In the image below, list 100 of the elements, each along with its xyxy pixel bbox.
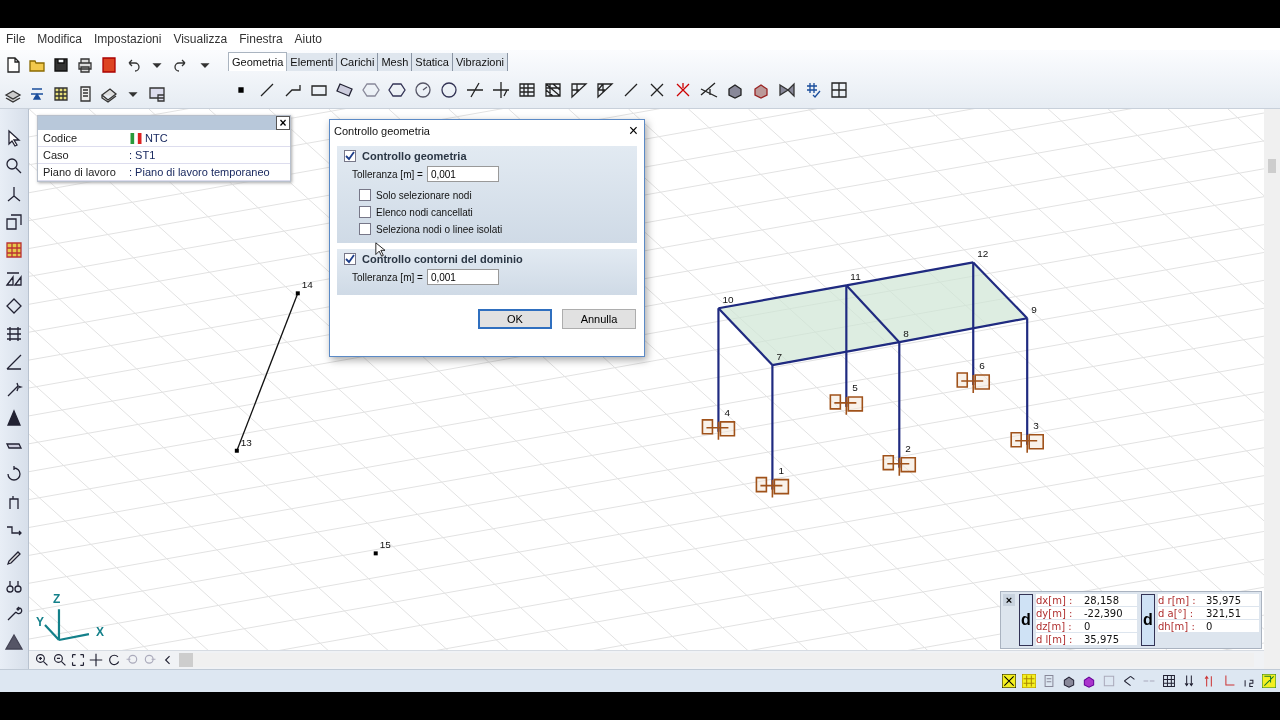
grid-check-icon[interactable] <box>804 80 822 99</box>
rotate-icon[interactable] <box>107 653 121 667</box>
copy-icon[interactable] <box>5 213 23 231</box>
measure-label: dx[m] : <box>1036 594 1074 606</box>
tab[interactable]: Geometria <box>228 52 288 71</box>
printer-icon[interactable] <box>76 55 94 74</box>
zoom-icon[interactable] <box>5 157 23 175</box>
snap-icon[interactable] <box>1002 674 1016 688</box>
save-icon[interactable] <box>52 55 70 74</box>
dialog-button[interactable]: OK <box>478 309 552 329</box>
distribute-icon[interactable] <box>5 325 23 343</box>
pdf-icon[interactable] <box>100 55 118 74</box>
mesh-icon[interactable] <box>544 80 562 99</box>
scrollbar[interactable] <box>1264 109 1280 669</box>
zoom-out-icon[interactable] <box>53 653 67 667</box>
triangle-mesh-icon[interactable] <box>570 80 588 99</box>
checkbox[interactable] <box>359 206 371 218</box>
checkbox-label: Controllo geometria <box>362 150 467 162</box>
screen-icon[interactable] <box>148 84 166 103</box>
pointer-icon[interactable] <box>5 129 23 147</box>
rotate-icon[interactable] <box>5 465 23 483</box>
grid-toggle-icon[interactable] <box>1262 674 1276 688</box>
menu-item[interactable]: Modifica <box>37 32 83 46</box>
hexagon-icon[interactable] <box>388 80 406 99</box>
solid-icon[interactable] <box>1082 674 1096 688</box>
scrollbar[interactable] <box>179 653 1254 667</box>
node-label: 13 <box>240 436 252 448</box>
input-field[interactable]: 0,001 <box>426 269 499 285</box>
field-label: Tolleranza [m] = <box>352 168 423 180</box>
pen-icon[interactable] <box>5 549 23 567</box>
tab[interactable]: Mesh <box>378 53 413 71</box>
measure-value: 321,51 <box>1206 607 1241 619</box>
tab[interactable]: Vibrazioni <box>452 53 509 71</box>
node-point <box>295 291 300 296</box>
tab[interactable]: Elementi <box>287 53 338 71</box>
menu-item[interactable]: File <box>6 32 26 46</box>
network-icon[interactable] <box>1122 674 1136 688</box>
tab[interactable]: Statica <box>412 53 453 71</box>
measure-value: 28,158 <box>1084 594 1119 606</box>
scale-icon[interactable] <box>5 269 23 287</box>
axis-label: X <box>95 625 104 640</box>
measure-value: 35,975 <box>1084 633 1119 645</box>
info-label: Piano di lavoro <box>43 166 117 178</box>
checkbox[interactable] <box>344 253 356 265</box>
menu-item[interactable]: Aiuto <box>294 32 322 46</box>
close-button[interactable]: × <box>276 116 290 130</box>
info-label: Caso <box>43 149 70 161</box>
wand-icon[interactable] <box>5 381 23 399</box>
angle-icon[interactable] <box>700 80 718 99</box>
axis-label: Z <box>53 592 61 607</box>
info-value: : ST1 <box>129 149 156 161</box>
node-icon[interactable] <box>5 297 23 315</box>
close-button[interactable]: × <box>1003 594 1015 606</box>
zoom-in-icon[interactable] <box>35 653 49 667</box>
menu-item[interactable]: Finestra <box>239 32 283 46</box>
list-icon[interactable] <box>1042 674 1056 688</box>
info-value: NTC <box>145 132 168 144</box>
triangle-mesh-icon[interactable] <box>596 80 614 99</box>
node-label: 3 <box>1033 419 1039 431</box>
table-icon[interactable] <box>52 84 70 103</box>
measure-label: d a[°] : <box>1158 607 1194 619</box>
measure-label: dy[m] : <box>1036 607 1074 619</box>
tab[interactable]: Carichi <box>337 53 379 71</box>
dialog-title: Controllo geometria <box>334 125 430 137</box>
axis-triad-icon <box>43 608 91 642</box>
table-icon[interactable] <box>1162 674 1176 688</box>
new-file-icon[interactable] <box>4 55 22 74</box>
pan-icon[interactable] <box>89 653 103 667</box>
axis-label: Y <box>36 615 44 630</box>
close-button[interactable]: × <box>628 122 638 140</box>
node-label: 15 <box>379 539 391 551</box>
info-value: : Piano di lavoro temporaneo <box>129 166 270 178</box>
field-label: Tolleranza [m] = <box>352 271 423 283</box>
menu-item[interactable]: Visualizza <box>173 32 228 46</box>
input-field[interactable]: 0,001 <box>426 166 499 182</box>
measure-label: dh[m] : <box>1158 620 1196 632</box>
badge: d <box>1141 594 1155 646</box>
intersect-icon[interactable] <box>492 80 510 99</box>
checkbox-label: Elenco nodi cancellati <box>376 206 473 218</box>
solid-icon[interactable] <box>1062 674 1076 688</box>
measure-label: d r[m] : <box>1158 594 1197 606</box>
node-label: 6 <box>979 360 985 372</box>
checkbox[interactable] <box>359 223 371 235</box>
wrench-icon[interactable] <box>5 605 23 623</box>
arrows-down-icon[interactable] <box>1182 674 1196 688</box>
intersect-icon[interactable] <box>466 80 484 99</box>
node-label: 4 <box>724 406 730 418</box>
node-label: 12 <box>977 248 989 260</box>
measure-icon[interactable] <box>5 353 23 371</box>
palette-icon[interactable] <box>5 241 23 259</box>
plane-icon[interactable] <box>778 80 796 99</box>
grid-icon[interactable] <box>830 80 848 99</box>
fit-icon[interactable] <box>71 653 85 667</box>
axes-icon[interactable] <box>5 185 23 203</box>
checkbox[interactable] <box>359 189 371 201</box>
dialog-button[interactable]: Annulla <box>562 309 636 329</box>
menu-item[interactable]: Impostazioni <box>94 32 162 46</box>
node-label: 7 <box>776 351 782 363</box>
checkbox[interactable] <box>344 150 356 162</box>
grid-icon[interactable] <box>518 80 536 99</box>
